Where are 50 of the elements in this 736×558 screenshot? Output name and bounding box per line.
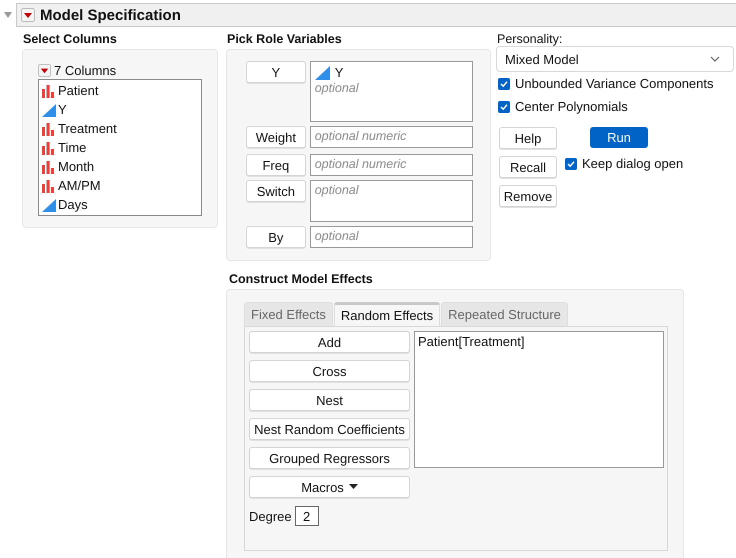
tab[interactable]: Fixed Effects <box>244 302 333 326</box>
column-item[interactable]: Y <box>39 100 201 119</box>
degree-label: Degree <box>249 508 292 524</box>
chevron-down-icon <box>710 56 720 62</box>
effects-list[interactable]: Patient[Treatment] <box>414 331 664 468</box>
run-button[interactable]: Run <box>590 127 648 148</box>
degree-field[interactable]: 2 <box>294 506 319 526</box>
personality-label: Personality: <box>497 32 564 48</box>
column-item[interactable]: Patient <box>39 81 201 100</box>
section-title: Construct Model Effects <box>229 272 374 288</box>
triangle-icon <box>314 66 331 80</box>
remove-button[interactable]: Remove <box>499 185 557 207</box>
column-list[interactable]: Patient Y Treatment Time Month AM/PM Days <box>38 79 202 216</box>
effect-button[interactable]: Grouped Regressors <box>249 447 410 469</box>
window-title: Model Specification <box>40 6 181 24</box>
option-checkbox[interactable]: Center Polynomials <box>498 95 736 118</box>
check-icon <box>499 102 509 112</box>
tab[interactable]: Random Effects <box>334 302 440 326</box>
recall-button[interactable]: Recall <box>499 156 557 178</box>
disclosure-icon[interactable] <box>3 10 13 20</box>
column-item[interactable]: Time <box>39 138 201 157</box>
role-button[interactable]: By <box>246 226 306 248</box>
role-button[interactable]: Switch <box>246 180 306 202</box>
check-icon <box>566 158 576 168</box>
tab[interactable]: Repeated Structure <box>441 302 568 326</box>
role-button[interactable]: Freq <box>246 154 306 176</box>
menu-icon[interactable] <box>38 64 51 76</box>
effect-button[interactable]: Nest <box>249 389 410 411</box>
effect-button[interactable]: Add <box>249 331 410 353</box>
check-icon <box>499 78 509 88</box>
caret-icon <box>348 484 358 490</box>
help-button[interactable]: Help <box>499 127 557 149</box>
role-button[interactable]: Y <box>246 61 306 83</box>
role-field[interactable]: Y optional <box>310 61 473 122</box>
section-title: Pick Role Variables <box>227 32 343 48</box>
column-item[interactable]: Treatment <box>39 119 201 138</box>
role-button[interactable]: Weight <box>246 126 306 148</box>
option-checkbox[interactable]: Unbounded Variance Components <box>498 72 736 95</box>
section-title: Select Columns <box>23 32 118 48</box>
macros-button[interactable]: Macros <box>249 476 410 498</box>
column-item[interactable]: AM/PM <box>39 176 201 195</box>
effect-button[interactable]: Nest Random Coefficients <box>249 418 410 440</box>
column-item[interactable]: Month <box>39 157 201 176</box>
effect-button[interactable]: Cross <box>249 360 410 382</box>
keep-open-checkbox[interactable]: Keep dialog open <box>565 152 684 175</box>
personality-dropdown[interactable]: Mixed Model <box>496 46 734 72</box>
menu-icon[interactable] <box>21 8 35 22</box>
effect-item[interactable]: Patient[Treatment] <box>418 334 660 349</box>
column-count: 7 Columns <box>54 62 116 78</box>
column-item[interactable]: Days <box>39 195 201 214</box>
